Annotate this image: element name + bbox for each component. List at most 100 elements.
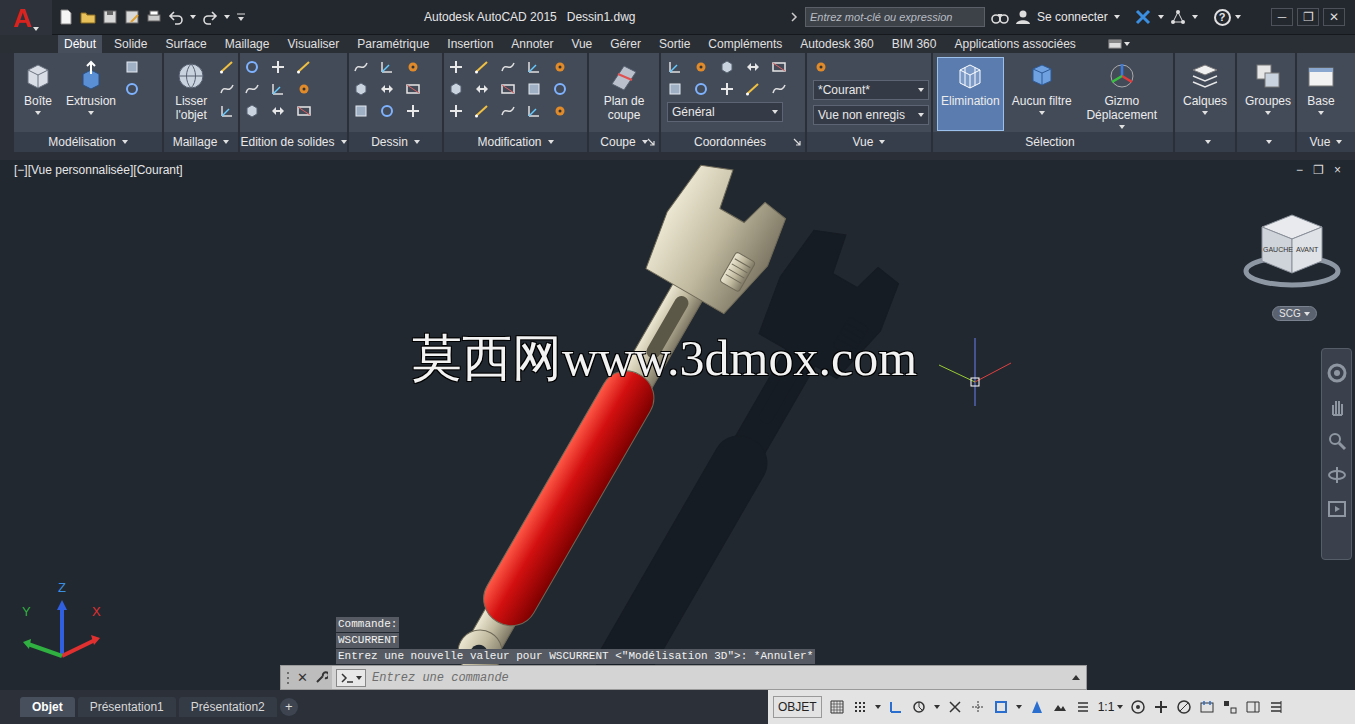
search-field[interactable] (805, 7, 985, 27)
object-snap-icon[interactable] (993, 699, 1009, 715)
command-input[interactable] (366, 666, 1072, 689)
panel-title-bar[interactable]: Sélection (933, 132, 1173, 152)
ribbon-tab[interactable]: Annoter (505, 35, 559, 53)
chevron-icon[interactable] (790, 12, 800, 22)
lineweight-icon[interactable] (1075, 699, 1091, 715)
tool-icon[interactable] (771, 59, 787, 75)
polar-icon[interactable] (911, 699, 927, 715)
dropdown-arrow-icon[interactable] (122, 140, 128, 144)
panel-title[interactable]: Modélisation (48, 133, 115, 151)
groups-icon[interactable] (1252, 60, 1284, 92)
dropdown-indicator[interactable] (88, 109, 94, 117)
ribbon-combo[interactable]: Général (667, 102, 783, 122)
dropdown-arrow-icon[interactable] (1318, 111, 1324, 115)
ribbon-button-label[interactable]: Extrusion (66, 94, 116, 108)
panel-title[interactable]: Vue (853, 133, 874, 151)
tool-icon[interactable] (500, 59, 516, 75)
tool-icon[interactable] (124, 81, 140, 97)
new-file-icon[interactable] (58, 9, 74, 25)
customize-icon[interactable] (236, 9, 246, 25)
recent-commands-button[interactable] (336, 669, 366, 687)
tool-icon[interactable] (405, 81, 421, 97)
tool-icon[interactable] (219, 81, 235, 97)
panel-title[interactable]: Edition de solides (240, 133, 334, 151)
dropdown-indicator[interactable] (1039, 109, 1045, 117)
window-control-button[interactable]: ─ (1271, 8, 1293, 26)
dropdown-arrow-icon[interactable] (875, 705, 881, 709)
dropdown-arrow-icon[interactable] (1124, 42, 1130, 46)
panel-title-bar[interactable]: Dessin (349, 132, 442, 152)
panel-dropdown[interactable] (341, 140, 347, 144)
dropdown-arrow-icon[interactable] (1158, 15, 1164, 19)
properties-icon[interactable] (1245, 699, 1261, 715)
ribbon-display-toggle[interactable] (1108, 35, 1130, 53)
base-view-icon[interactable] (1305, 60, 1337, 92)
scale-value[interactable]: 1:1 (1098, 698, 1115, 716)
dropdown-arrow-icon[interactable] (35, 111, 41, 115)
drawing-viewport[interactable]: [−][Vue personnalisée][Courant]−❐×莫西网www… (0, 160, 1355, 690)
ribbon-button-label[interactable]: Lisser l'objet (172, 94, 211, 122)
viewcube-face[interactable]: GAUCHE (1263, 246, 1293, 254)
panel-title[interactable]: Sélection (1025, 133, 1074, 151)
dropdown-arrow-icon[interactable] (1114, 15, 1120, 19)
binoculars-icon[interactable] (991, 9, 1009, 25)
move-gizmo-icon[interactable] (1106, 60, 1138, 92)
add-layout-button[interactable]: + (280, 698, 298, 716)
dropdown-arrow-icon[interactable] (1266, 140, 1272, 144)
dropdown-arrow-icon[interactable] (918, 88, 924, 92)
dropdown-arrow-icon[interactable] (1016, 705, 1022, 709)
tool-icon[interactable] (552, 103, 568, 119)
panel-title-bar[interactable]: Vue (1297, 132, 1355, 152)
tool-icon[interactable] (667, 81, 683, 97)
app-logo[interactable]: A (13, 5, 32, 31)
tool-icon[interactable] (500, 81, 516, 97)
window-control-button[interactable]: ❐ (1297, 8, 1319, 26)
ribbon-button-label[interactable]: Calques (1183, 94, 1227, 108)
tool-icon[interactable] (448, 81, 464, 97)
tool-icon[interactable] (379, 81, 395, 97)
panel-dropdown[interactable] (548, 140, 554, 144)
tool-icon[interactable] (270, 81, 286, 97)
tool-icon[interactable] (353, 81, 369, 97)
dropdown-arrow-icon[interactable] (1117, 705, 1123, 709)
prompt-icon[interactable] (340, 672, 354, 684)
orbit-icon[interactable] (1327, 465, 1347, 485)
section-plane-icon[interactable] (608, 60, 640, 92)
panel-title-bar[interactable]: Vue (807, 132, 931, 152)
dropdown-arrow-icon[interactable] (548, 140, 554, 144)
dropdown-arrow-icon[interactable] (88, 111, 94, 115)
tool-icon[interactable] (219, 59, 235, 75)
snap-icon[interactable] (852, 699, 868, 715)
tool-icon[interactable] (474, 103, 490, 119)
panel-dropdown[interactable] (1266, 140, 1272, 144)
dropdown-indicator[interactable] (1202, 109, 1208, 117)
dialog-launcher-icon[interactable] (646, 137, 656, 147)
ribbon-large-button[interactable]: Gizmo Déplacement (1080, 57, 1164, 131)
ribbon-large-button[interactable]: Groupes (1241, 57, 1295, 131)
combo-value[interactable]: Général (672, 103, 715, 121)
ribbon-tab[interactable]: Applications associées (948, 35, 1081, 53)
user-icon[interactable] (1015, 9, 1031, 25)
sign-in-link[interactable]: Se connecter (1037, 8, 1108, 26)
dropdown-arrow-icon[interactable] (1205, 140, 1211, 144)
tool-icon[interactable] (693, 59, 709, 75)
expand-history-icon[interactable] (1072, 675, 1080, 680)
panel-title[interactable]: Vue (1310, 133, 1331, 151)
panel-dropdown[interactable] (414, 140, 420, 144)
dropdown-arrow-icon[interactable] (1235, 15, 1241, 19)
tool-icon[interactable] (244, 59, 260, 75)
ribbon-large-button[interactable]: Extrusion (62, 57, 120, 131)
dropdown-arrow-icon[interactable] (190, 15, 196, 19)
panel-title-bar[interactable]: Coordonnées (661, 132, 805, 152)
tool-icon[interactable] (244, 81, 260, 97)
steering-wheel-icon[interactable] (1327, 363, 1347, 383)
grip-icon[interactable] (285, 670, 291, 686)
panel-title[interactable]: Modification (477, 133, 541, 151)
dropdown-arrow-icon[interactable] (414, 140, 420, 144)
tool-icon[interactable] (405, 103, 421, 119)
ribbon-button-label[interactable]: Elimination (941, 94, 1000, 108)
layout-tab[interactable]: Présentation1 (78, 697, 176, 717)
ribbon-large-button[interactable]: Calques (1179, 57, 1231, 131)
3d-snap-icon[interactable] (1029, 699, 1045, 715)
tool-icon[interactable] (693, 81, 709, 97)
